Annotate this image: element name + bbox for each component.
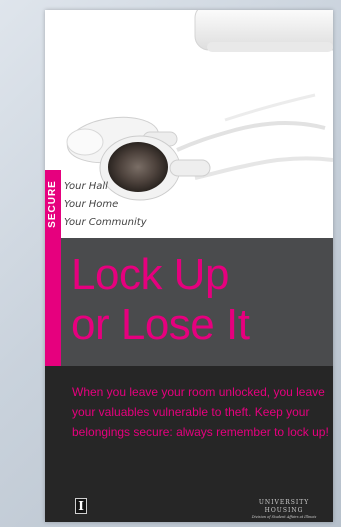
- headline-band: Lock Up or Lose It: [45, 238, 333, 366]
- tagline-hall: Your Hall: [64, 181, 108, 192]
- poster: SECURE Your Hall Your Home Your Communit…: [45, 10, 333, 522]
- body-copy: When you leave your room unlocked, you l…: [72, 385, 329, 439]
- housing-subtitle: Division of Student Affairs at Illinois: [251, 515, 317, 519]
- headline: Lock Up or Lose It: [71, 250, 250, 350]
- secure-label: SECURE: [47, 180, 58, 228]
- university-housing-logo: UNIVERSITY HOUSING Division of Student A…: [241, 499, 327, 520]
- tagline-community: Your Community: [64, 217, 147, 228]
- housing-title: UNIVERSITY HOUSING: [258, 499, 310, 514]
- body-band: When you leave your room unlocked, you l…: [45, 366, 333, 522]
- mp3-player-illustration: [194, 10, 333, 52]
- accent-strip: [45, 238, 61, 366]
- university-logo-icon: I: [75, 498, 87, 514]
- headline-line-1: Lock Up: [71, 250, 229, 299]
- headline-line-2: or Lose It: [71, 300, 250, 349]
- tagline-list: Your Hall Your Home Your Community: [64, 178, 147, 232]
- tagline-home: Your Home: [64, 199, 119, 210]
